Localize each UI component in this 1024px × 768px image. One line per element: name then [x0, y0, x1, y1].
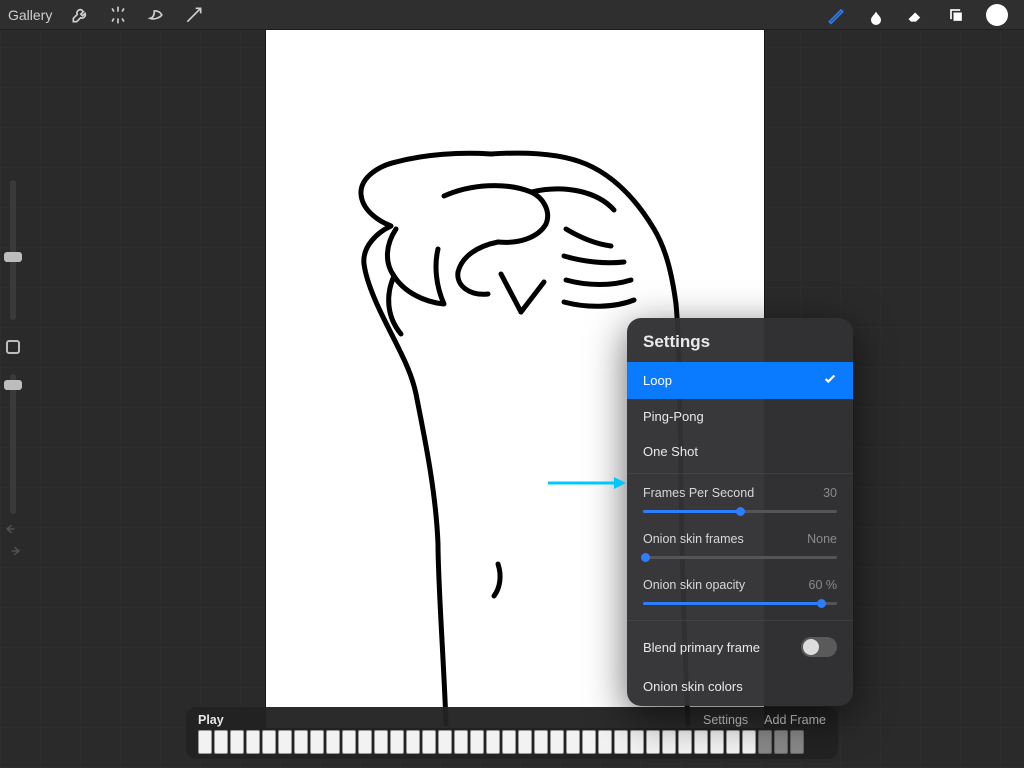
onion-frames-row: Onion skin frames None — [627, 524, 853, 570]
mode-loop[interactable]: Loop — [627, 362, 853, 399]
undo-redo — [4, 522, 22, 558]
blend-toggle[interactable] — [801, 637, 837, 657]
mode-label: Ping-Pong — [643, 409, 704, 424]
timeline-frame[interactable] — [454, 730, 468, 754]
transform-icon[interactable] — [184, 5, 204, 25]
onion-frames-slider[interactable] — [643, 550, 837, 564]
timeline-frame[interactable] — [646, 730, 660, 754]
onion-opacity-value: 60 % — [809, 578, 838, 592]
timeline-frame[interactable] — [198, 730, 212, 754]
brush-opacity-slider[interactable] — [10, 374, 16, 514]
timeline-frame[interactable] — [438, 730, 452, 754]
fps-slider[interactable] — [643, 504, 837, 518]
timeline-frame[interactable] — [518, 730, 532, 754]
mode-label: Loop — [643, 373, 672, 388]
animation-settings-popover: Settings Loop Ping-Pong One Shot Frames … — [627, 318, 853, 706]
side-sliders — [0, 180, 26, 514]
onion-frames-value: None — [807, 532, 837, 546]
onion-opacity-row: Onion skin opacity 60 % — [627, 570, 853, 616]
timeline-frame[interactable] — [630, 730, 644, 754]
color-picker[interactable] — [986, 4, 1008, 26]
undo-icon[interactable] — [4, 522, 22, 536]
timeline-frame[interactable] — [406, 730, 420, 754]
animation-timeline: Play Settings Add Frame — [186, 707, 838, 759]
gallery-button[interactable]: Gallery — [8, 7, 52, 23]
timeline-frame[interactable] — [230, 730, 244, 754]
timeline-frame[interactable] — [614, 730, 628, 754]
timeline-frame[interactable] — [502, 730, 516, 754]
timeline-frame[interactable] — [214, 730, 228, 754]
layers-icon[interactable] — [946, 5, 966, 25]
timeline-frame[interactable] — [422, 730, 436, 754]
timeline-frame[interactable] — [358, 730, 372, 754]
redo-icon[interactable] — [4, 544, 22, 558]
brush-icon[interactable] — [826, 5, 846, 25]
frame-strip[interactable] — [198, 730, 826, 755]
blend-primary-row: Blend primary frame — [627, 625, 853, 669]
timeline-frame[interactable] — [710, 730, 724, 754]
timeline-frame[interactable] — [758, 730, 772, 754]
timeline-frame[interactable] — [326, 730, 340, 754]
timeline-frame[interactable] — [486, 730, 500, 754]
blend-label: Blend primary frame — [643, 640, 760, 655]
mode-oneshot[interactable]: One Shot — [627, 434, 853, 469]
onion-frames-label: Onion skin frames — [643, 532, 744, 546]
timeline-frame[interactable] — [278, 730, 292, 754]
timeline-frame[interactable] — [726, 730, 740, 754]
timeline-frame[interactable] — [694, 730, 708, 754]
smudge-icon[interactable] — [866, 5, 886, 25]
timeline-frame[interactable] — [374, 730, 388, 754]
timeline-frame[interactable] — [390, 730, 404, 754]
modify-button[interactable] — [6, 340, 20, 354]
adjustments-icon[interactable] — [108, 5, 128, 25]
timeline-frame[interactable] — [582, 730, 596, 754]
popover-title: Settings — [627, 332, 853, 362]
timeline-frame[interactable] — [774, 730, 788, 754]
mode-pingpong[interactable]: Ping-Pong — [627, 399, 853, 434]
onion-colors-label: Onion skin colors — [643, 679, 743, 694]
timeline-frame[interactable] — [534, 730, 548, 754]
timeline-frame[interactable] — [246, 730, 260, 754]
add-frame-button[interactable]: Add Frame — [764, 713, 826, 727]
eraser-icon[interactable] — [906, 5, 926, 25]
timeline-settings-button[interactable]: Settings — [703, 713, 748, 727]
timeline-frame[interactable] — [342, 730, 356, 754]
annotation-arrow-icon — [548, 476, 626, 490]
timeline-frame[interactable] — [550, 730, 564, 754]
timeline-frame[interactable] — [678, 730, 692, 754]
onion-opacity-slider[interactable] — [643, 596, 837, 610]
timeline-frame[interactable] — [310, 730, 324, 754]
mode-label: One Shot — [643, 444, 698, 459]
play-button[interactable]: Play — [198, 713, 224, 727]
top-toolbar: Gallery — [0, 0, 1024, 30]
wrench-icon[interactable] — [70, 5, 90, 25]
timeline-frame[interactable] — [790, 730, 804, 754]
selection-icon[interactable] — [146, 5, 166, 25]
fps-row: Frames Per Second 30 — [627, 478, 853, 524]
onion-opacity-label: Onion skin opacity — [643, 578, 745, 592]
timeline-frame[interactable] — [262, 730, 276, 754]
timeline-frame[interactable] — [598, 730, 612, 754]
timeline-frame[interactable] — [566, 730, 580, 754]
timeline-frame[interactable] — [742, 730, 756, 754]
check-icon — [823, 372, 837, 389]
timeline-frame[interactable] — [294, 730, 308, 754]
brush-size-slider[interactable] — [10, 180, 16, 320]
timeline-frame[interactable] — [662, 730, 676, 754]
fps-label: Frames Per Second — [643, 486, 754, 500]
timeline-frame[interactable] — [470, 730, 484, 754]
fps-value: 30 — [823, 486, 837, 500]
onion-colors-row[interactable]: Onion skin colors — [627, 669, 853, 704]
